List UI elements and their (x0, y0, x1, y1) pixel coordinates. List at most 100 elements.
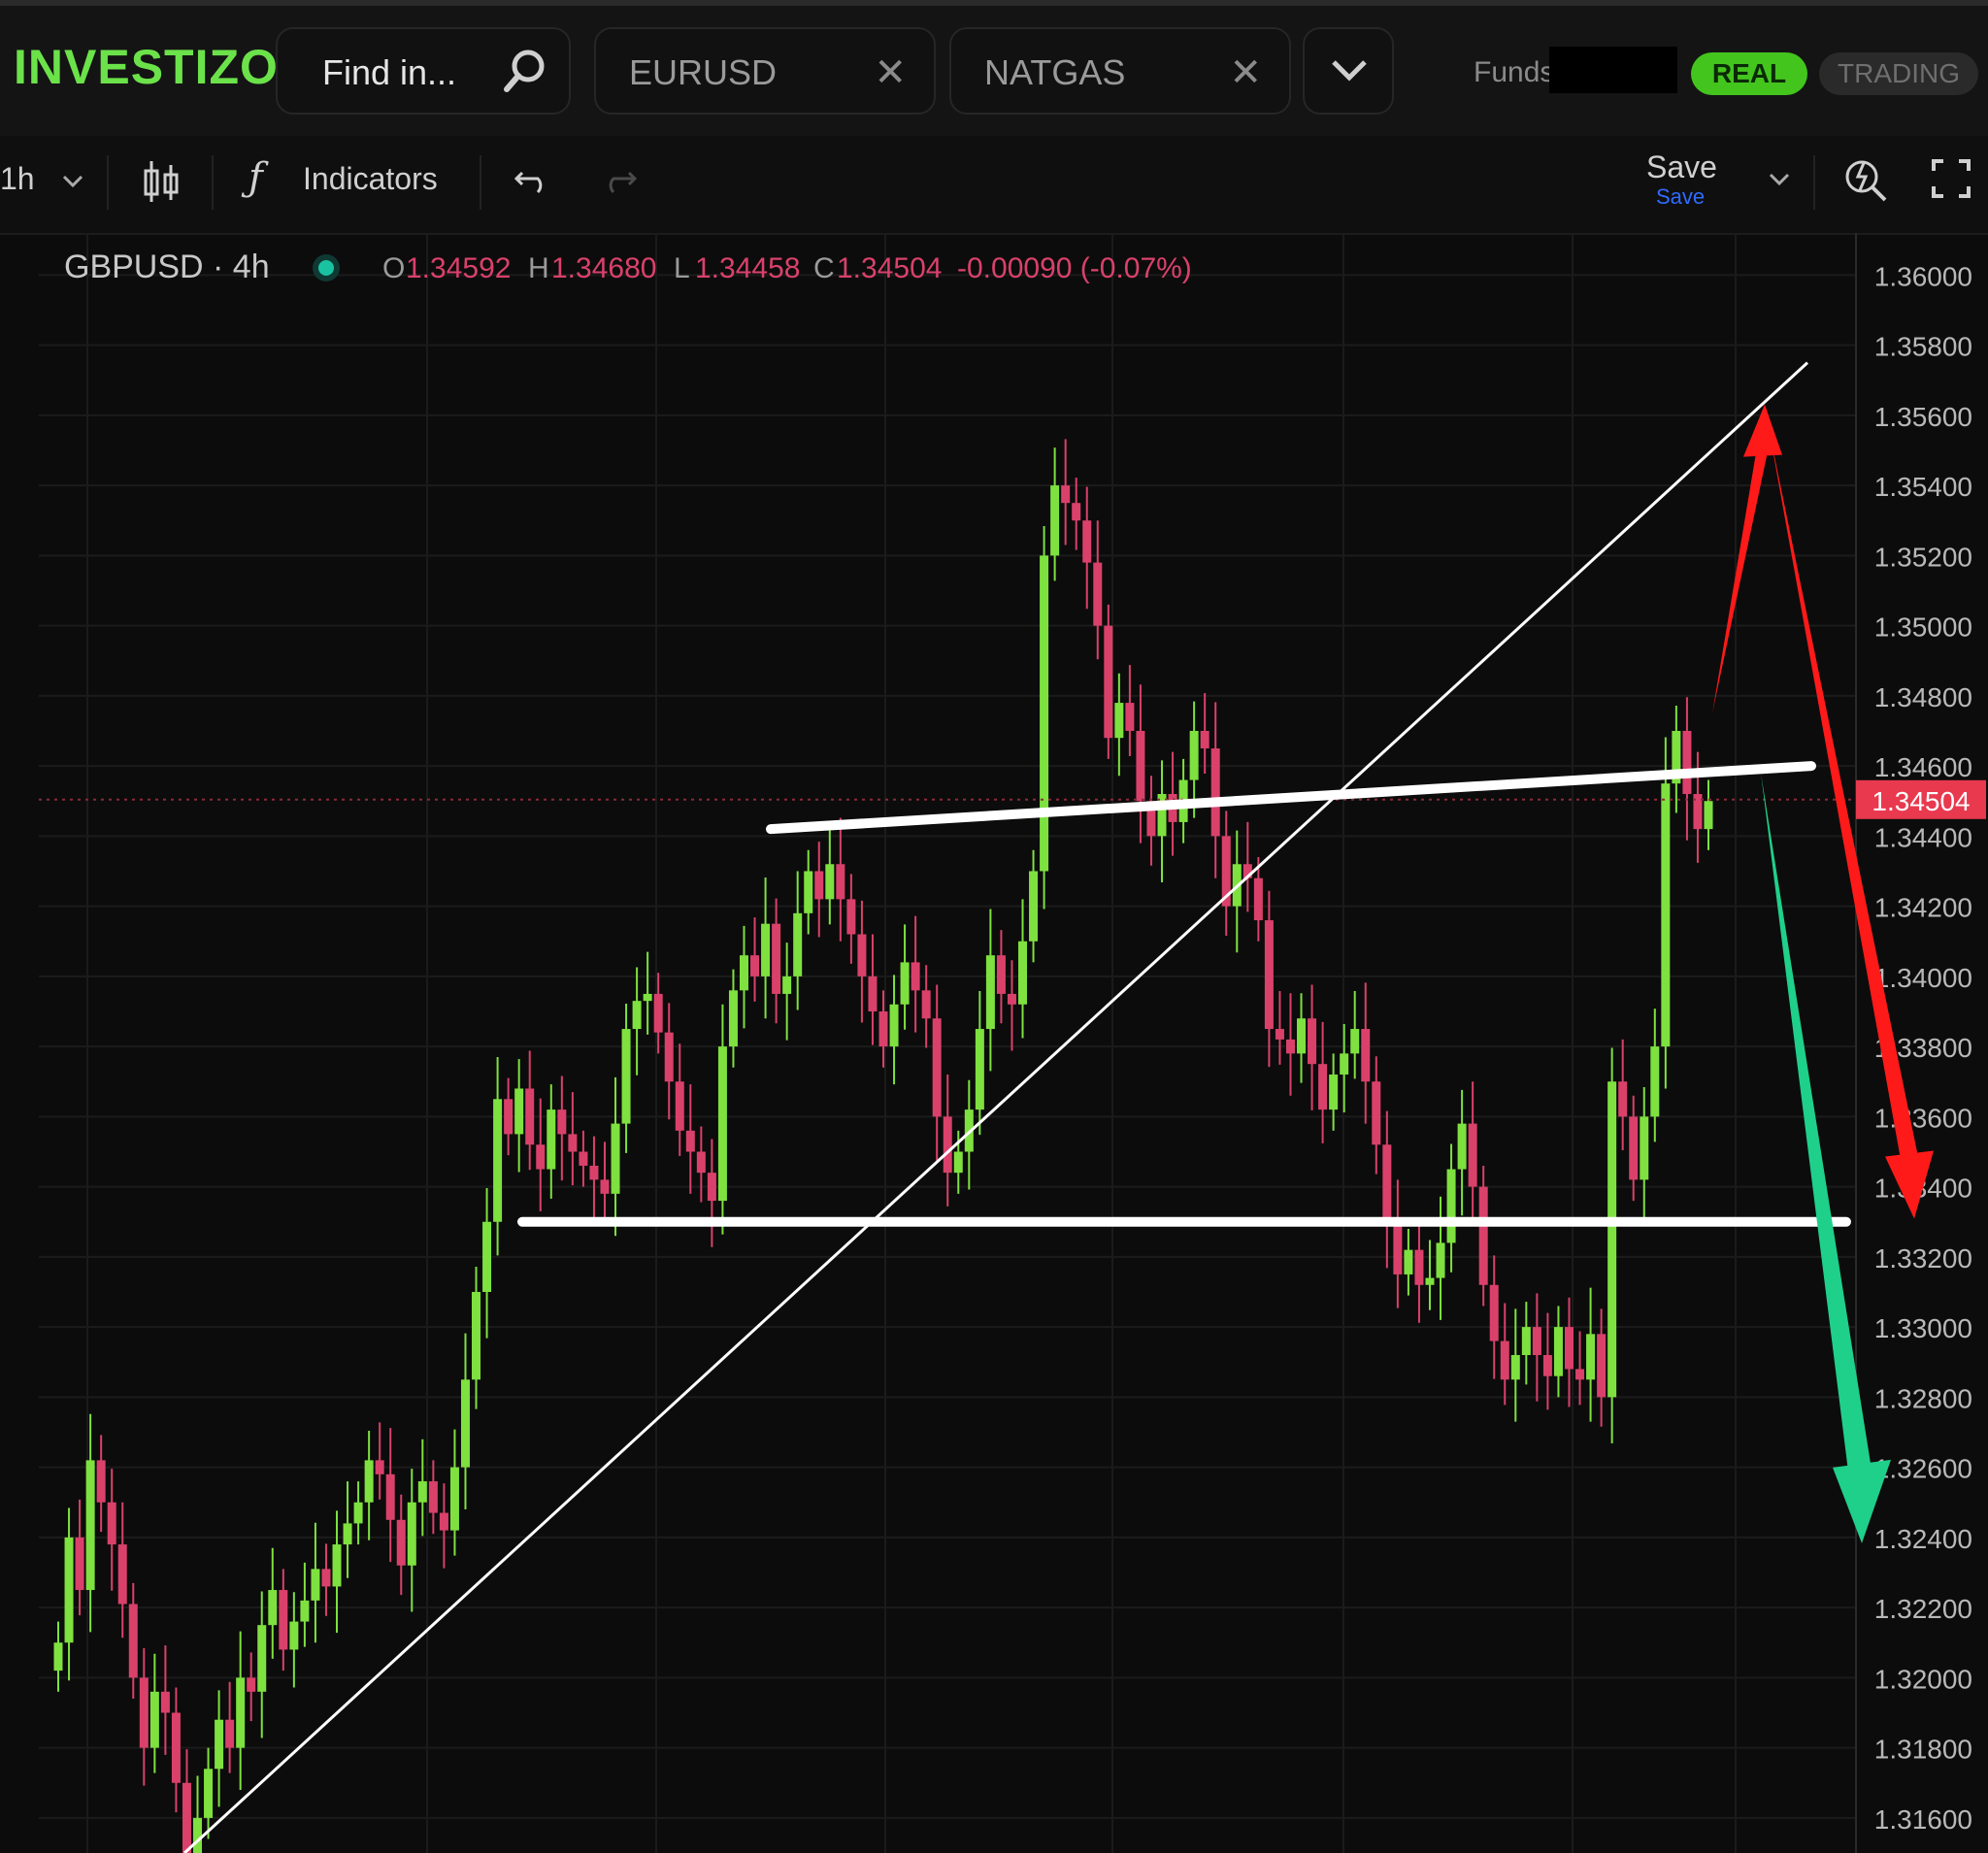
candle-body (547, 1109, 556, 1170)
undo-icon[interactable] (513, 163, 551, 196)
candle-body (1586, 1334, 1596, 1380)
candle-body (117, 1544, 127, 1605)
candle-body (353, 1502, 363, 1524)
high-value: 1.34680 (551, 252, 656, 284)
candle-body (900, 962, 910, 1005)
candle-body (814, 871, 824, 900)
price-tick-label: 1.33200 (1874, 1243, 1972, 1274)
price-tick-label: 1.35000 (1874, 612, 1972, 643)
candle-body (53, 1642, 63, 1671)
tab-label: EURUSD (629, 52, 778, 92)
tabs-dropdown-button[interactable] (1303, 27, 1394, 115)
drawings (39, 361, 1934, 1853)
candle-body (557, 1109, 567, 1135)
price-tick-label: 1.35800 (1874, 332, 1972, 362)
redo-icon[interactable] (600, 163, 639, 196)
price-tick-label: 1.31600 (1874, 1804, 1972, 1835)
chart-grid (39, 233, 1856, 1853)
candle-body (343, 1523, 352, 1545)
candle-body (632, 1001, 642, 1030)
candle-body (385, 1473, 395, 1520)
candle-body (1564, 1327, 1574, 1370)
fullscreen-icon[interactable] (1930, 157, 1972, 200)
candle-body (247, 1677, 256, 1692)
candle-body (1104, 625, 1113, 739)
quick-search-icon[interactable] (1840, 153, 1891, 206)
trading-mode-button[interactable]: TRADING (1819, 52, 1978, 95)
logo-text: INVESTIZO (14, 40, 279, 94)
interval-select[interactable]: 1h (0, 161, 35, 197)
price-tick-label: 1.36000 (1874, 261, 1972, 291)
candle-body (589, 1165, 599, 1180)
top-bar: INVESTIZO Find in... EURUSD ✕ NATGAS ✕ F… (0, 0, 1988, 136)
candle-body (985, 955, 995, 1030)
candle-body (1061, 485, 1071, 504)
indicators-button[interactable]: Indicators (303, 161, 438, 197)
divider (1813, 155, 1815, 210)
price-tick-label: 1.33600 (1874, 1103, 1972, 1133)
candle-body (643, 993, 652, 1002)
candle-body (171, 1712, 181, 1783)
candle-body (215, 1719, 224, 1770)
candle-body (1114, 703, 1124, 739)
candle-body (332, 1544, 342, 1587)
candle-body (1607, 1081, 1617, 1398)
candle-body (160, 1691, 170, 1713)
save-button[interactable]: Save (1646, 149, 1717, 185)
divider (107, 155, 109, 210)
divider (480, 155, 481, 210)
last-price-label: 1.34504 (1872, 786, 1970, 816)
candle-body (364, 1460, 374, 1503)
red-arrow-up-shaft (1712, 447, 1769, 713)
chevron-down-icon[interactable] (1769, 173, 1790, 186)
close-icon[interactable]: ✕ (874, 50, 907, 95)
candle-body (225, 1719, 235, 1748)
candle-body (889, 1004, 899, 1047)
candle-body (921, 990, 931, 1019)
tab-natgas[interactable]: NATGAS ✕ (949, 27, 1291, 115)
candle-body (611, 1123, 620, 1194)
price-chart[interactable]: 1.36000 1.35800 1.35600 1.35400 1.35200 1.350… (0, 233, 1988, 1853)
price-tick-label: 1.31800 (1874, 1735, 1972, 1765)
candle-body (975, 1029, 984, 1110)
close-value: 1.34504 (837, 252, 942, 284)
candle-body (1340, 1053, 1349, 1075)
candle-body (85, 1460, 95, 1591)
price-tick-label: 1.35600 (1874, 402, 1972, 432)
price-tick-label: 1.34800 (1874, 682, 1972, 712)
candle-body (1500, 1340, 1509, 1380)
candle-body (857, 934, 867, 976)
chevron-down-icon[interactable] (62, 175, 83, 188)
candle-body (1532, 1327, 1541, 1356)
candle-body (1542, 1355, 1552, 1376)
candle-body (707, 1173, 716, 1202)
candle-body (1489, 1284, 1499, 1341)
candle-body (1650, 1046, 1660, 1117)
real-mode-button[interactable]: REAL (1691, 52, 1807, 95)
candle-body (1200, 730, 1209, 749)
candle-body (64, 1537, 74, 1643)
candle-body (1264, 920, 1274, 1030)
candle-body (717, 1046, 727, 1202)
candle-body (236, 1677, 246, 1748)
search-input[interactable]: Find in... (322, 52, 456, 93)
logo[interactable]: INVESTIZO (14, 39, 279, 95)
symbol-label: GBPUSD · 4h (64, 248, 270, 285)
candle-body (911, 962, 920, 991)
candle-body (1040, 555, 1049, 872)
candle-body (536, 1144, 546, 1170)
candle-body (128, 1604, 138, 1678)
tab-eurusd[interactable]: EURUSD ✕ (594, 27, 936, 115)
candles-type-icon[interactable] (142, 157, 181, 206)
tab-label: NATGAS (984, 52, 1126, 92)
candle-body (728, 990, 738, 1047)
chevron-down-icon (1332, 60, 1367, 82)
search-icon[interactable] (499, 47, 549, 97)
candle-body (300, 1600, 310, 1622)
close-icon[interactable]: ✕ (1229, 50, 1262, 95)
candle-body (1618, 1081, 1628, 1117)
search-box[interactable]: Find in... (276, 27, 571, 115)
candle-body (685, 1130, 695, 1152)
candle-body (1275, 1029, 1284, 1040)
function-icon[interactable]: ƒ (248, 155, 263, 200)
